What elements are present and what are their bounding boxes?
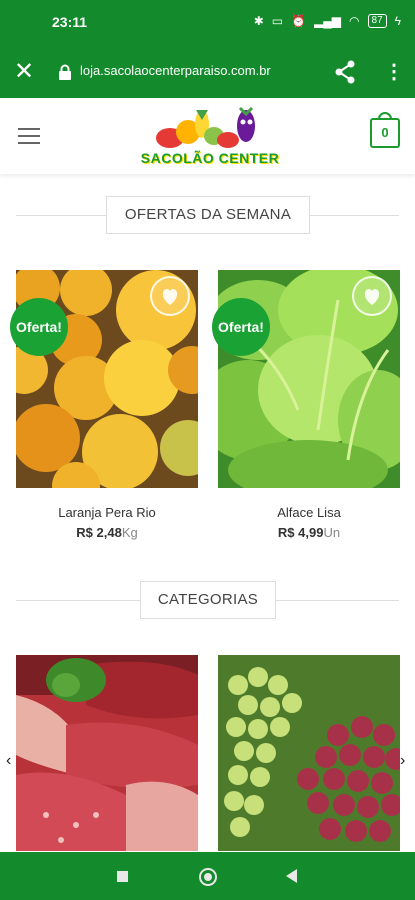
category-card-meat[interactable] xyxy=(16,655,198,851)
alarm-icon: ⏰ xyxy=(291,14,307,28)
hamburger-menu-icon[interactable] xyxy=(18,128,40,144)
product-name[interactable]: Alface Lisa xyxy=(218,505,400,520)
product-price: R$ 2,48Kg xyxy=(16,525,198,540)
price-unit: Kg xyxy=(121,525,138,540)
wifi-icon: ◠ xyxy=(349,14,360,28)
section-title-categories: CATEGORIAS xyxy=(140,581,276,619)
browser-url-bar: ✕ loja.sacolaocenterparaiso.com.br ⋮ xyxy=(0,48,415,98)
store-logo[interactable]: SACOLÃO CENTER xyxy=(140,102,280,170)
share-icon[interactable] xyxy=(334,60,356,84)
product-name[interactable]: Laranja Pera Rio xyxy=(16,505,198,520)
battery-icon: 87 xyxy=(367,14,387,28)
system-nav-bar xyxy=(0,852,415,900)
favorite-heart-icon[interactable] xyxy=(352,276,392,316)
status-time: 23:11 xyxy=(52,14,88,30)
close-icon[interactable]: ✕ xyxy=(14,58,34,86)
offer-badge: Oferta! xyxy=(212,298,270,356)
price-currency: R$ xyxy=(76,525,93,540)
product-price: R$ 4,99Un xyxy=(218,525,400,540)
price-currency: R$ xyxy=(277,525,295,540)
signal-icon: ▂▄▆ xyxy=(314,14,342,28)
bluetooth-icon: ✱ xyxy=(253,14,264,28)
site-header: SACOLÃO CENTER 0 xyxy=(0,98,415,174)
carousel-prev-icon[interactable]: ‹ xyxy=(6,752,11,770)
recent-apps-icon[interactable] xyxy=(117,871,128,882)
status-bar: 23:11 ✱ ▭ ⏰ ▂▄▆ ◠ 87 ϟ xyxy=(0,0,415,48)
home-icon[interactable] xyxy=(199,868,217,886)
more-vert-icon[interactable]: ⋮ xyxy=(384,60,404,84)
carousel-next-icon[interactable]: › xyxy=(400,752,405,770)
price-unit: Un xyxy=(323,525,341,540)
lock-icon xyxy=(59,64,71,80)
offer-badge: Oferta! xyxy=(10,298,68,356)
category-card-fruits[interactable] xyxy=(218,655,400,851)
price-value: 2,48 xyxy=(96,525,122,540)
category-image-meat xyxy=(16,655,198,851)
cart-button[interactable]: 0 xyxy=(370,118,400,148)
fruit-logo-icon xyxy=(156,106,255,148)
category-image-grapes xyxy=(218,655,400,851)
section-title-offers: OFERTAS DA SEMANA xyxy=(106,196,310,234)
price-value: 4,99 xyxy=(298,525,324,540)
back-icon[interactable] xyxy=(286,869,297,883)
status-icons: ✱ ▭ ⏰ ▂▄▆ ◠ 87 ϟ xyxy=(254,14,401,28)
charging-icon: ϟ xyxy=(394,14,401,28)
vibrate-icon: ▭ xyxy=(271,14,284,28)
url-text[interactable]: loja.sacolaocenterparaiso.com.br xyxy=(80,63,271,78)
logo-text: SACOLÃO CENTER xyxy=(140,150,280,166)
favorite-heart-icon[interactable] xyxy=(150,276,190,316)
